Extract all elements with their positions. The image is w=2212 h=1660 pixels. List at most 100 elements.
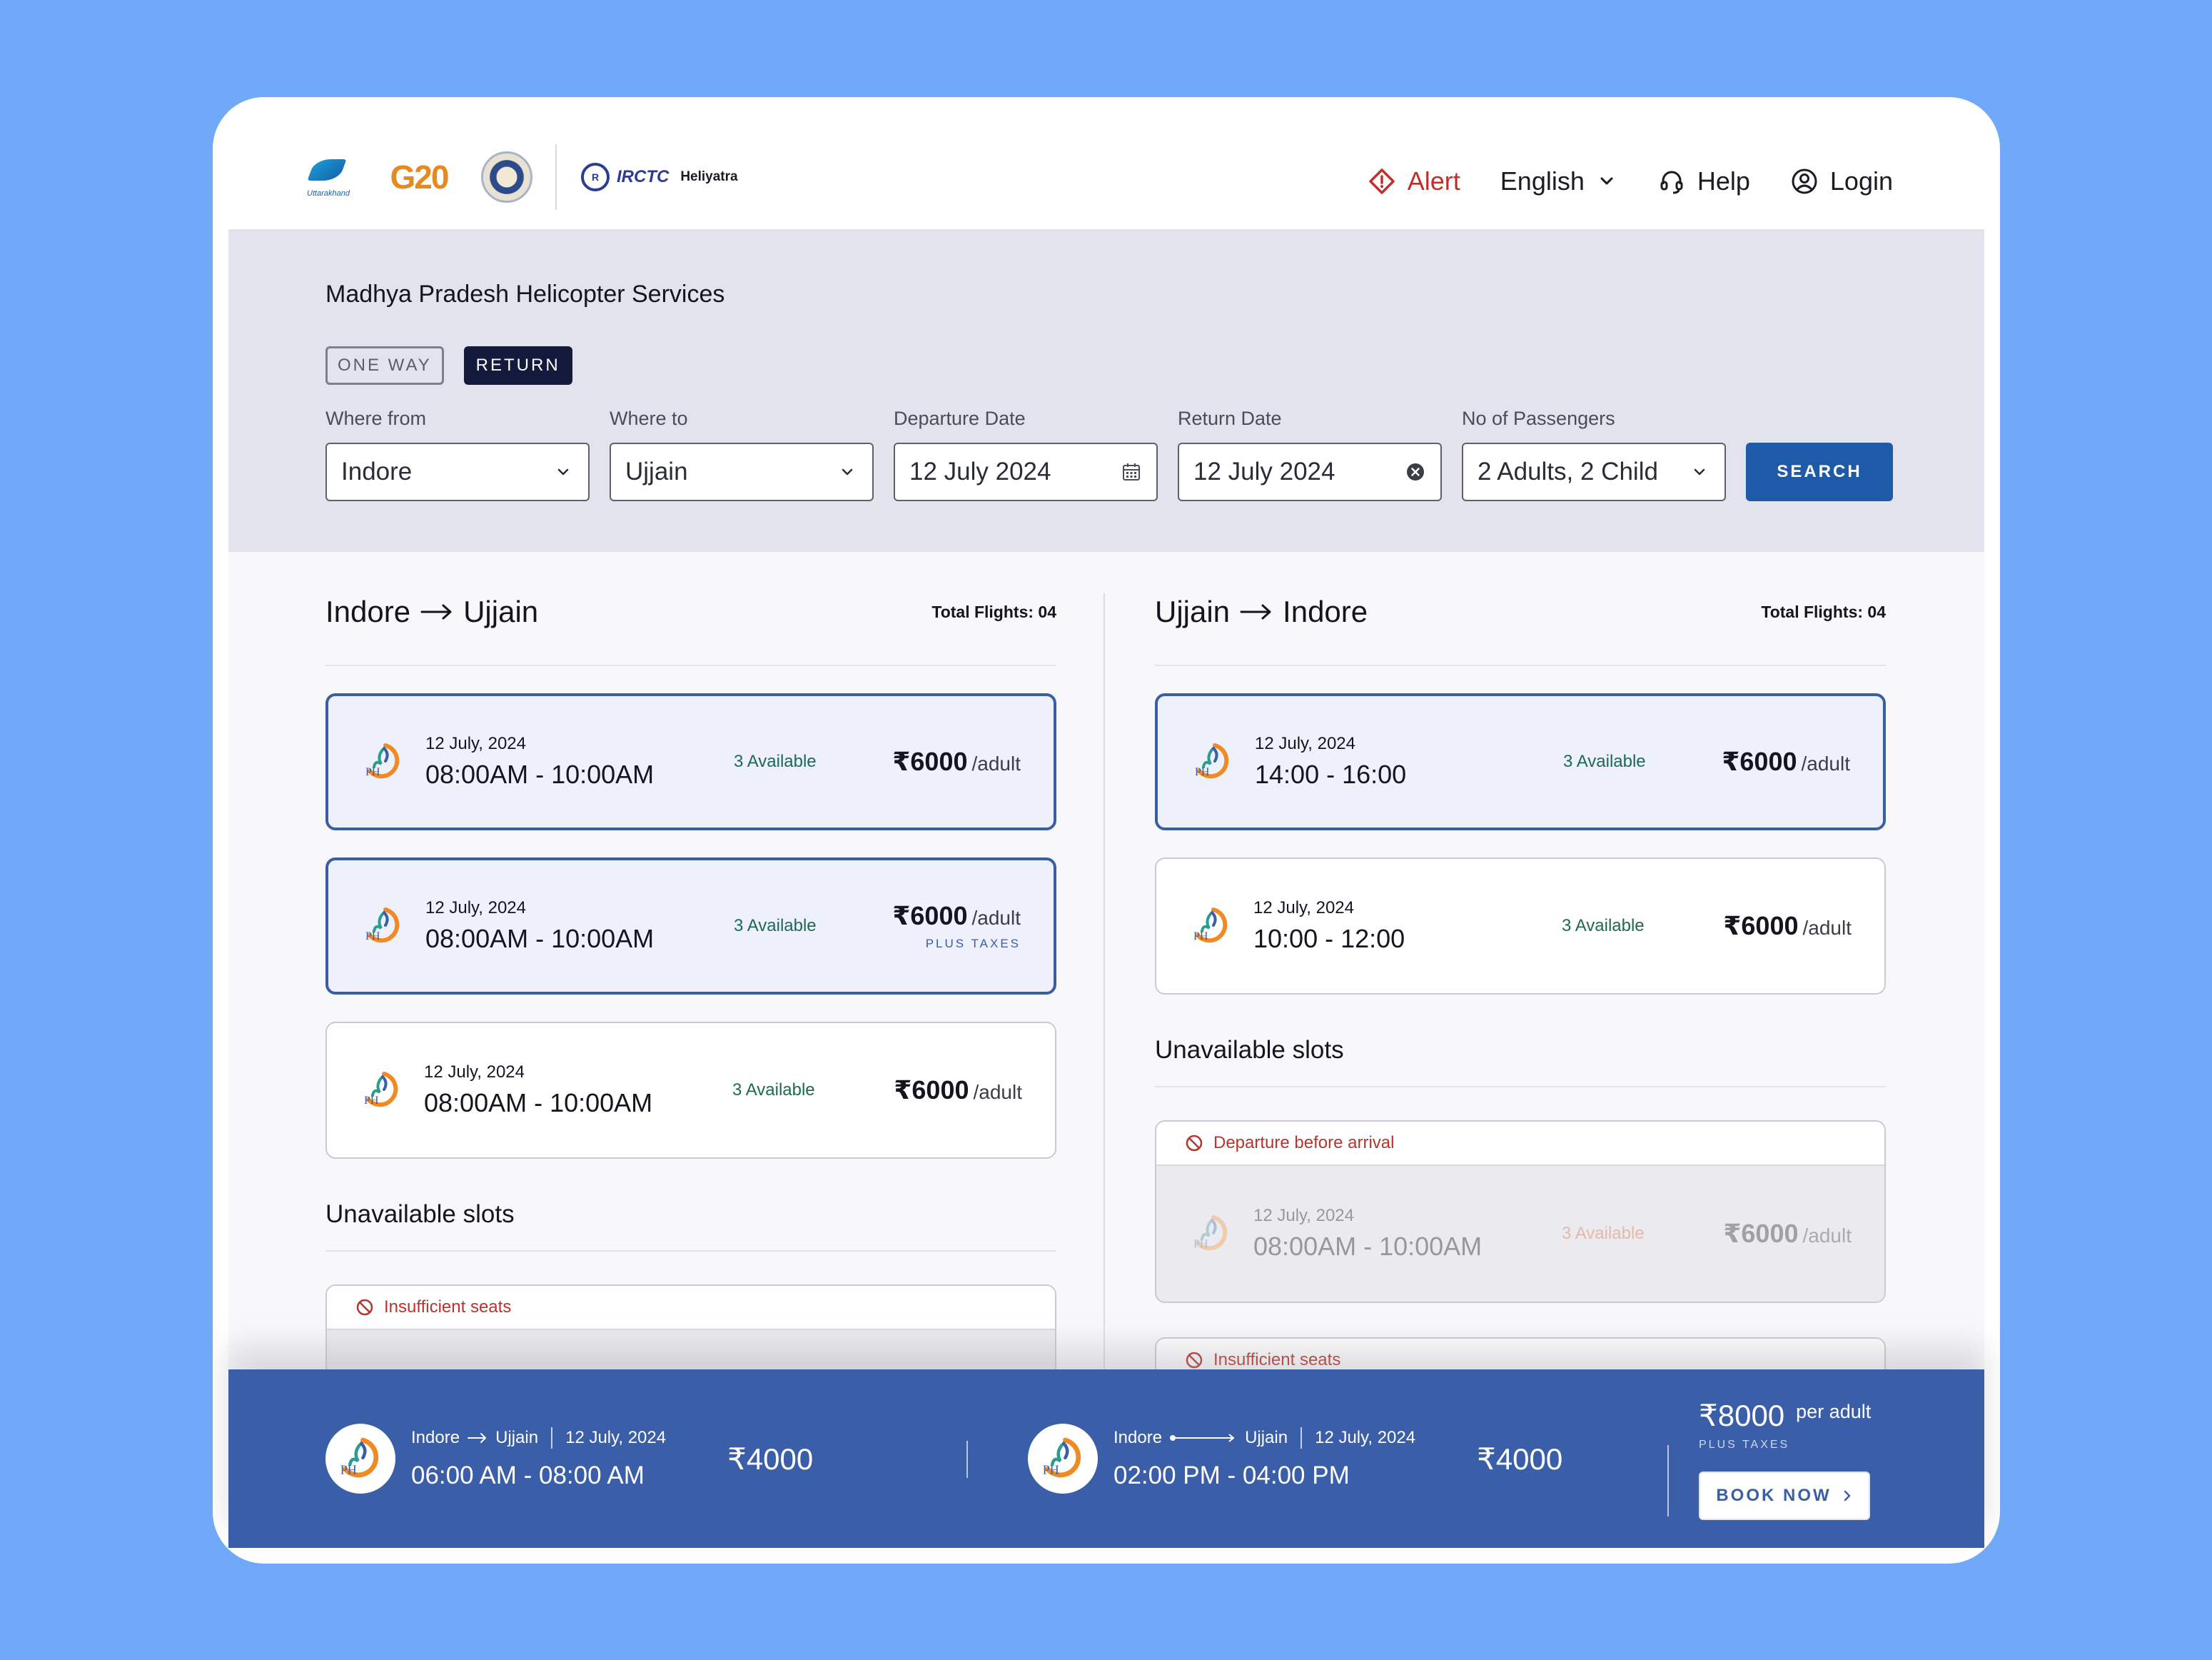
irctc-emblem-icon: R xyxy=(581,163,610,191)
seat-availability: 3 Available xyxy=(734,916,817,935)
total-price: ₹8000 xyxy=(1699,1399,1785,1432)
book-now-label: BOOK NOW xyxy=(1716,1486,1832,1505)
arrow-right-icon xyxy=(1240,604,1271,620)
alert-link[interactable]: Alert xyxy=(1368,166,1460,196)
flight-time: 08:00AM - 10:00AM xyxy=(425,924,655,953)
outbound-column: Indore Ujjain Total Flights: 04 PH 12 Ju… xyxy=(325,552,1056,1467)
svg-text:PH: PH xyxy=(1193,1238,1208,1250)
flight-card[interactable]: PH 12 July, 2024 08:00AM - 10:00AM 3 Ava… xyxy=(325,1022,1056,1159)
return-date-value: 12 July 2024 xyxy=(1193,458,1335,486)
ph-helicopter-logo-icon: PH xyxy=(1193,1215,1228,1251)
unavailable-slots-heading: Unavailable slots xyxy=(1155,1036,1886,1087)
flight-price: ₹6000/adult PLUS TAXES xyxy=(892,901,1021,951)
reason-text: Departure before arrival xyxy=(1213,1133,1395,1152)
service-title: Madhya Pradesh Helicopter Services xyxy=(325,281,725,308)
svg-text:PH: PH xyxy=(365,930,380,942)
book-now-button[interactable]: BOOK NOW xyxy=(1699,1472,1870,1520)
return-route-title: Ujjain Indore xyxy=(1155,595,1368,629)
prohibited-icon xyxy=(356,1299,373,1316)
svg-text:PH: PH xyxy=(365,766,380,778)
return-button[interactable]: RETURN xyxy=(463,346,572,385)
svg-text:PH: PH xyxy=(340,1462,357,1477)
user-circle-icon xyxy=(1792,168,1817,194)
summary-origin: Indore xyxy=(1113,1428,1163,1447)
trip-type-toggle: ONE WAY RETURN xyxy=(325,346,572,385)
government-seal-logo xyxy=(481,151,532,203)
price-amount: ₹6000 xyxy=(1723,1219,1799,1248)
search-button[interactable]: SEARCH xyxy=(1746,443,1893,501)
to-select[interactable]: Ujjain xyxy=(610,443,874,501)
return-date-field: Return Date 12 July 2024 xyxy=(1178,408,1442,501)
login-link[interactable]: Login xyxy=(1790,166,1893,196)
reason-text: Insufficient seats xyxy=(384,1297,512,1317)
seat-availability: 3 Available xyxy=(732,1080,815,1100)
language-select[interactable]: English xyxy=(1500,166,1617,196)
flight-price: ₹6000/adult xyxy=(892,747,1021,777)
return-date-input[interactable]: 12 July 2024 xyxy=(1178,443,1442,501)
passengers-label: No of Passengers xyxy=(1462,408,1615,429)
login-label: Login xyxy=(1829,166,1893,196)
unavailable-slots-heading: Unavailable slots xyxy=(325,1200,1056,1252)
summary-destination: Ujjain xyxy=(1245,1428,1288,1447)
headset-icon xyxy=(1660,171,1683,194)
route-origin: Indore xyxy=(325,595,411,628)
search-panel: Madhya Pradesh Helicopter Services ONE W… xyxy=(228,229,1984,552)
price-unit: /adult xyxy=(1801,753,1851,775)
plus-taxes-note: PLUS TAXES xyxy=(1699,1439,1790,1451)
price-unit: /adult xyxy=(971,907,1021,929)
from-select[interactable]: Indore xyxy=(325,443,590,501)
flight-card[interactable]: PH 12 July, 2024 10:00 - 12:00 3 Availab… xyxy=(1155,857,1886,995)
language-label: English xyxy=(1500,166,1585,196)
flight-card[interactable]: PH 12 July, 2024 14:00 - 16:00 3 Availab… xyxy=(1155,693,1886,830)
passengers-value: 2 Adults, 2 Child xyxy=(1478,458,1658,486)
passengers-field: No of Passengers 2 Adults, 2 Child xyxy=(1462,408,1726,501)
flight-time: 08:00AM - 10:00AM xyxy=(1253,1232,1483,1261)
departure-date-input[interactable]: 12 July 2024 xyxy=(894,443,1158,501)
svg-text:PH: PH xyxy=(364,1095,379,1107)
uttarakhand-logo: Uttarakhand xyxy=(300,147,357,207)
logo-bar: Uttarakhand G20 R IRCTC Heliyatra xyxy=(300,141,738,213)
prohibited-icon xyxy=(1186,1352,1203,1369)
summary-price: ₹4000 xyxy=(727,1442,814,1476)
flight-time: 14:00 - 16:00 xyxy=(1255,760,1407,789)
price-amount: ₹6000 xyxy=(892,901,968,930)
alert-diamond-icon xyxy=(1369,168,1395,194)
route-destination: Indore xyxy=(1283,595,1368,628)
price-amount: ₹6000 xyxy=(892,747,968,776)
summary-date: 12 July, 2024 xyxy=(565,1428,667,1447)
g20-logo: G20 xyxy=(390,159,450,196)
svg-text:PH: PH xyxy=(1195,766,1210,778)
route-destination: Ujjain xyxy=(463,595,539,628)
ph-helicopter-logo-icon: PH xyxy=(364,1072,398,1107)
ph-helicopter-logo-icon: PH xyxy=(365,743,400,779)
prohibited-icon xyxy=(1186,1135,1203,1152)
passengers-select[interactable]: 2 Adults, 2 Child xyxy=(1462,443,1726,501)
flight-date: 12 July, 2024 xyxy=(425,734,526,753)
seat-availability: 3 Available xyxy=(1563,752,1646,771)
one-way-button[interactable]: ONE WAY xyxy=(325,346,444,385)
booking-summary-bar: PH Indore Ujjain 12 July, 2024 06:00 AM … xyxy=(228,1369,1984,1548)
help-link[interactable]: Help xyxy=(1657,166,1750,196)
flight-date: 12 July, 2024 xyxy=(1253,898,1354,917)
flight-card[interactable]: PH 12 July, 2024 08:00AM - 10:00AM 3 Ava… xyxy=(325,693,1056,830)
irctc-heliyatra-logo[interactable]: R IRCTC Heliyatra xyxy=(581,163,738,191)
reason-text: Insufficient seats xyxy=(1213,1350,1341,1369)
unavailable-reason: Insufficient seats xyxy=(327,1286,1055,1330)
price-amount: ₹6000 xyxy=(894,1075,969,1105)
route-origin: Ujjain xyxy=(1155,595,1231,628)
flight-card[interactable]: PH 12 July, 2024 08:00AM - 10:00AM 3 Ava… xyxy=(325,857,1056,995)
irctc-wordmark: IRCTC xyxy=(617,167,670,186)
return-route-header: Ujjain Indore Total Flights: 04 xyxy=(1155,552,1886,666)
svg-text:PH: PH xyxy=(1043,1462,1059,1477)
departure-date-field: Departure Date 12 July 2024 xyxy=(894,408,1158,501)
chevron-down-icon xyxy=(1694,468,1705,476)
plus-taxes-note: PLUS TAXES xyxy=(925,937,1021,950)
return-date-label: Return Date xyxy=(1178,408,1282,429)
arrow-right-icon xyxy=(420,604,452,620)
flight-time: 08:00AM - 10:00AM xyxy=(425,760,655,789)
summary-route: Indore Ujjain 12 July, 2024 xyxy=(411,1427,666,1449)
calendar-icon[interactable] xyxy=(1121,461,1142,483)
heliyatra-wordmark: Heliyatra xyxy=(680,169,738,184)
clear-icon[interactable] xyxy=(1405,461,1426,483)
help-label: Help xyxy=(1697,166,1750,196)
